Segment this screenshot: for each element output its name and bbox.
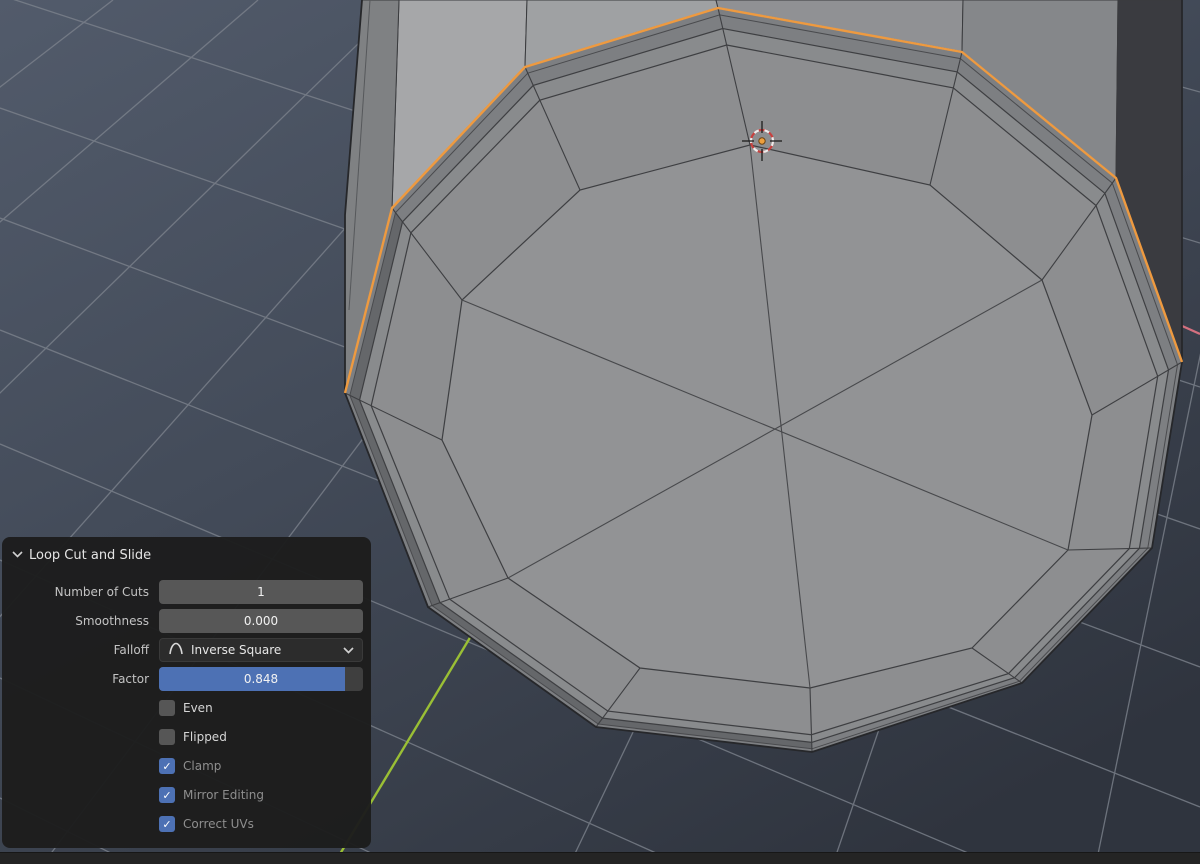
clamp-checkbox[interactable]: ✓ [159,758,175,774]
falloff-curve-icon [168,641,184,659]
smoothness-input[interactable]: 0.000 [159,609,363,633]
factor-slider[interactable]: 0.848 [159,667,363,691]
flipped-checkbox[interactable]: ✓ [159,729,175,745]
mirror-editing-checkbox[interactable]: ✓ [159,787,175,803]
object-origin-dot [758,137,766,145]
number-of-cuts-input[interactable]: 1 [159,580,363,604]
field-row-number-of-cuts: Number of Cuts 1 [4,580,363,604]
field-label: Falloff [113,643,149,657]
field-label: Smoothness [75,614,149,628]
checkbox-row-flipped: ✓ Flipped [159,729,371,745]
falloff-dropdown[interactable]: Inverse Square [159,638,363,662]
panel-collapse-chevron-icon[interactable] [12,548,23,562]
panel-title: Loop Cut and Slide [29,547,152,563]
checkbox-label: Clamp [183,759,222,773]
checkbox-label: Mirror Editing [183,788,264,802]
checkbox-row-even: ✓ Even [159,700,371,716]
factor-value: 0.848 [243,672,279,686]
blender-window: Loop Cut and Slide Number of Cuts 1 Smoo… [0,0,1200,864]
field-row-factor: Factor 0.848 [4,667,363,691]
checkbox-row-clamp: ✓ Clamp [159,758,371,774]
checkbox-row-mirror-editing: ✓ Mirror Editing [159,787,371,803]
checkbox-label: Flipped [183,730,227,744]
even-checkbox[interactable]: ✓ [159,700,175,716]
field-row-smoothness: Smoothness 0.000 [4,609,363,633]
status-bar [0,852,1200,864]
field-row-falloff: Falloff Inverse Square [4,638,363,662]
checkbox-row-correct-uvs: ✓ Correct UVs [159,816,371,832]
operator-panel-loop-cut-and-slide: Loop Cut and Slide Number of Cuts 1 Smoo… [2,537,371,848]
field-label: Number of Cuts [54,585,149,599]
falloff-value: Inverse Square [191,643,282,657]
field-label: Factor [112,672,149,686]
checkbox-label: Correct UVs [183,817,254,831]
checkbox-label: Even [183,701,213,715]
chevron-down-icon [343,643,354,657]
correct-uvs-checkbox[interactable]: ✓ [159,816,175,832]
